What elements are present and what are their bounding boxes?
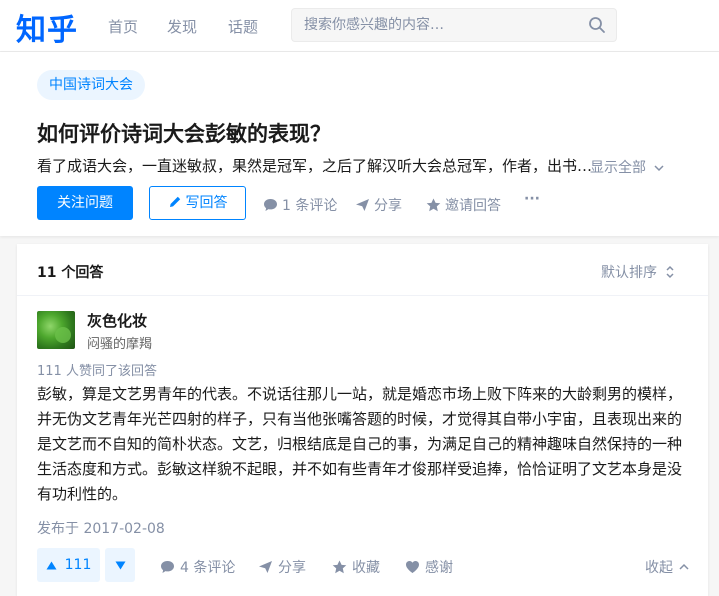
- answer-share-label: 分享: [278, 560, 306, 576]
- invite-answer-button[interactable]: 邀请回答: [426, 195, 501, 215]
- show-all-label: 显示全部: [590, 160, 646, 176]
- question-header: 中国诗词大会 如何评价诗词大会彭敏的表现？ 看了成语大会，一直迷敏叔，果然是冠军…: [0, 52, 719, 236]
- question-detail: 看了成语大会，一直迷敏叔，果然是冠军，之后了解汉听大会总冠军，作者，出书…: [37, 157, 593, 175]
- upvote-summary: 111 人赞同了该回答: [37, 364, 157, 379]
- answer-comments-button[interactable]: 4 条评论: [160, 557, 235, 577]
- nav-home[interactable]: 首页: [108, 16, 138, 37]
- answer-list: 11 个回答 默认排序 灰色化妆 闷骚的摩羯 111 人赞同了该回答 彭敏，算是…: [17, 244, 708, 596]
- zhihu-logo[interactable]: 知乎: [16, 5, 78, 49]
- thanks-button[interactable]: 感谢: [405, 557, 453, 577]
- answer-count: 11 个回答: [37, 265, 104, 281]
- invite-answer-label: 邀请回答: [445, 198, 501, 214]
- question-comments-label: 1 条评论: [282, 198, 338, 214]
- star-icon: [332, 560, 347, 574]
- upvote-button[interactable]: 111: [37, 548, 100, 582]
- topic-tag[interactable]: 中国诗词大会: [37, 70, 145, 100]
- divider: [17, 295, 708, 296]
- answer-comments-label: 4 条评论: [180, 560, 236, 576]
- question-share-label: 分享: [374, 198, 402, 214]
- nav-discover[interactable]: 发现: [167, 16, 197, 37]
- more-options-button[interactable]: ···: [524, 191, 540, 207]
- show-all-button[interactable]: 显示全部: [590, 157, 664, 177]
- share-icon: [259, 561, 272, 573]
- sort-toggle-icon: [666, 265, 674, 279]
- sort-label: 默认排序: [601, 265, 657, 281]
- downvote-button[interactable]: [105, 548, 135, 582]
- collect-button[interactable]: 收藏: [332, 557, 380, 577]
- chevron-down-icon: [654, 165, 664, 172]
- question-share-button[interactable]: 分享: [355, 195, 402, 215]
- top-navbar: 知乎 首页 发现 话题: [0, 0, 719, 52]
- author-name[interactable]: 灰色化妆: [87, 310, 147, 331]
- search-box: [291, 8, 617, 42]
- answer-share-button[interactable]: 分享: [258, 557, 306, 577]
- search-input[interactable]: [304, 9, 574, 41]
- avatar[interactable]: [37, 311, 75, 349]
- follow-question-button[interactable]: 关注问题: [37, 186, 133, 220]
- write-answer-button[interactable]: 写回答: [149, 186, 246, 220]
- pencil-icon: [169, 196, 180, 207]
- share-icon: [356, 199, 369, 211]
- nav-topics[interactable]: 话题: [228, 16, 258, 37]
- triangle-down-icon: [115, 561, 125, 569]
- heart-icon: [406, 561, 419, 573]
- collect-label: 收藏: [352, 560, 380, 576]
- collapse-button[interactable]: 收起: [645, 557, 689, 577]
- triangle-up-icon: [46, 561, 57, 569]
- write-answer-label: 写回答: [185, 195, 228, 211]
- publish-date[interactable]: 发布于 2017-02-08: [37, 518, 165, 538]
- upvote-count: 111: [64, 557, 92, 573]
- search-icon[interactable]: [588, 16, 606, 34]
- thanks-label: 感谢: [425, 560, 453, 576]
- star-icon: [426, 198, 441, 212]
- comment-icon: [161, 561, 174, 573]
- question-comments-button[interactable]: 1 条评论: [263, 195, 337, 215]
- answer-content: 彭敏，算是文艺男青年的代表。不说话往那儿一站，就是婚恋市场上败下阵来的大龄剩男的…: [37, 385, 683, 503]
- question-title: 如何评价诗词大会彭敏的表现？: [37, 122, 331, 146]
- collapse-label: 收起: [645, 560, 673, 576]
- comment-icon: [264, 199, 277, 211]
- sort-dropdown[interactable]: 默认排序: [601, 262, 675, 282]
- author-bio: 闷骚的摩羯: [87, 337, 153, 352]
- chevron-up-icon: [679, 563, 689, 570]
